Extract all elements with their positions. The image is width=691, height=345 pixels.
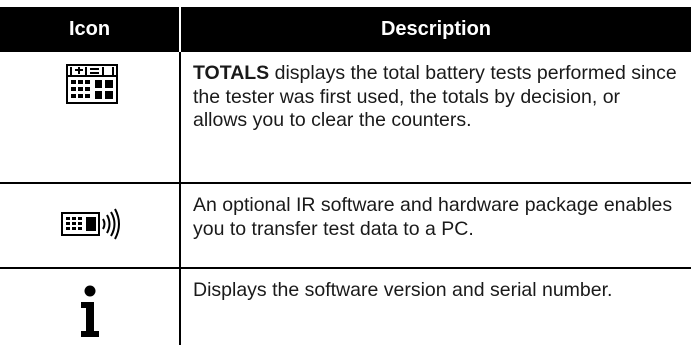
- description-bold-prefix: TOTALS: [193, 62, 270, 84]
- header-description-column: Description: [380, 18, 492, 40]
- ir-transfer-icon: [61, 208, 120, 240]
- header-icon-column: Icon: [0, 7, 181, 52]
- icon-cell: [0, 184, 181, 267]
- table-row: TOTALS displays the total battery tests …: [0, 52, 691, 182]
- info-icon: [81, 285, 99, 337]
- description-cell: An optional IR software and hardware pac…: [181, 184, 691, 267]
- icon-cell: [0, 52, 181, 182]
- description-cell: Displays the software version and serial…: [181, 269, 691, 345]
- totals-icon: [66, 64, 118, 104]
- table-header: Icon Description: [0, 7, 691, 52]
- icon-cell: [0, 269, 181, 345]
- description-cell: TOTALS displays the total battery tests …: [181, 52, 691, 182]
- description-text: An optional IR software and hardware pac…: [193, 194, 673, 240]
- description-text: Displays the software version and serial…: [193, 279, 613, 301]
- table-row: Displays the software version and serial…: [0, 267, 691, 345]
- table-row: An optional IR software and hardware pac…: [0, 182, 691, 267]
- icon-description-table: Icon Description TOTALS displays the tot…: [0, 0, 691, 345]
